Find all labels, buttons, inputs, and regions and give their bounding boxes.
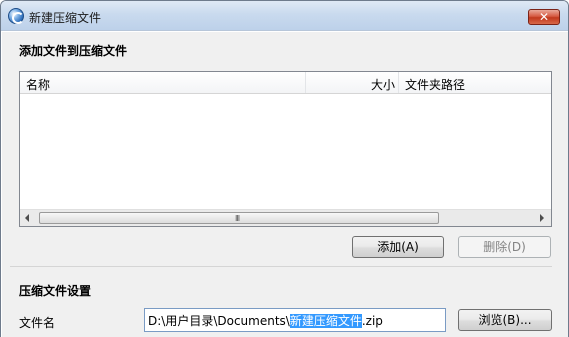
scroll-right-icon[interactable] xyxy=(540,214,544,222)
file-list-header: 名称 大小 文件夹路径 xyxy=(20,72,551,94)
add-files-heading: 添加文件到压缩文件 xyxy=(19,44,128,58)
browse-button[interactable]: 浏览(B)... xyxy=(458,309,552,331)
column-separator[interactable] xyxy=(398,72,399,93)
filename-selected-text: 新建压缩文件 xyxy=(289,314,362,328)
column-size[interactable]: 大小 xyxy=(371,76,395,93)
scroll-left-icon[interactable] xyxy=(25,214,29,222)
scroll-thumb[interactable]: III xyxy=(39,212,439,224)
filename-label: 文件名 xyxy=(19,316,56,330)
horizontal-scrollbar[interactable]: III xyxy=(20,209,551,226)
filename-input[interactable]: D:\用户目录\Documents\新建压缩文件.zip xyxy=(144,308,446,332)
column-folder-path[interactable]: 文件夹路径 xyxy=(405,76,465,93)
scroll-grip-icon: III xyxy=(235,214,240,223)
close-button[interactable]: ✕ xyxy=(528,9,560,25)
column-name[interactable]: 名称 xyxy=(26,76,50,93)
app-logo-icon xyxy=(8,8,24,24)
filename-extension: .zip xyxy=(361,314,383,328)
filename-prefix: D:\用户目录\Documents\ xyxy=(148,314,290,328)
add-files-header: 添加文件到压缩文件 xyxy=(2,32,568,62)
add-button[interactable]: 添加(A) xyxy=(352,236,444,258)
delete-button[interactable]: 删除(D) xyxy=(458,236,551,258)
column-separator[interactable] xyxy=(305,72,306,93)
dialog-window: 新建压缩文件 ✕ 添加文件到压缩文件 名称 大小 文件夹路径 III 添加(A)… xyxy=(0,0,569,337)
file-list[interactable]: 名称 大小 文件夹路径 III xyxy=(19,71,552,227)
section-divider xyxy=(10,266,552,267)
window-title: 新建压缩文件 xyxy=(29,11,102,25)
settings-heading: 压缩文件设置 xyxy=(19,284,92,298)
title-bar[interactable]: 新建压缩文件 ✕ xyxy=(1,1,568,31)
